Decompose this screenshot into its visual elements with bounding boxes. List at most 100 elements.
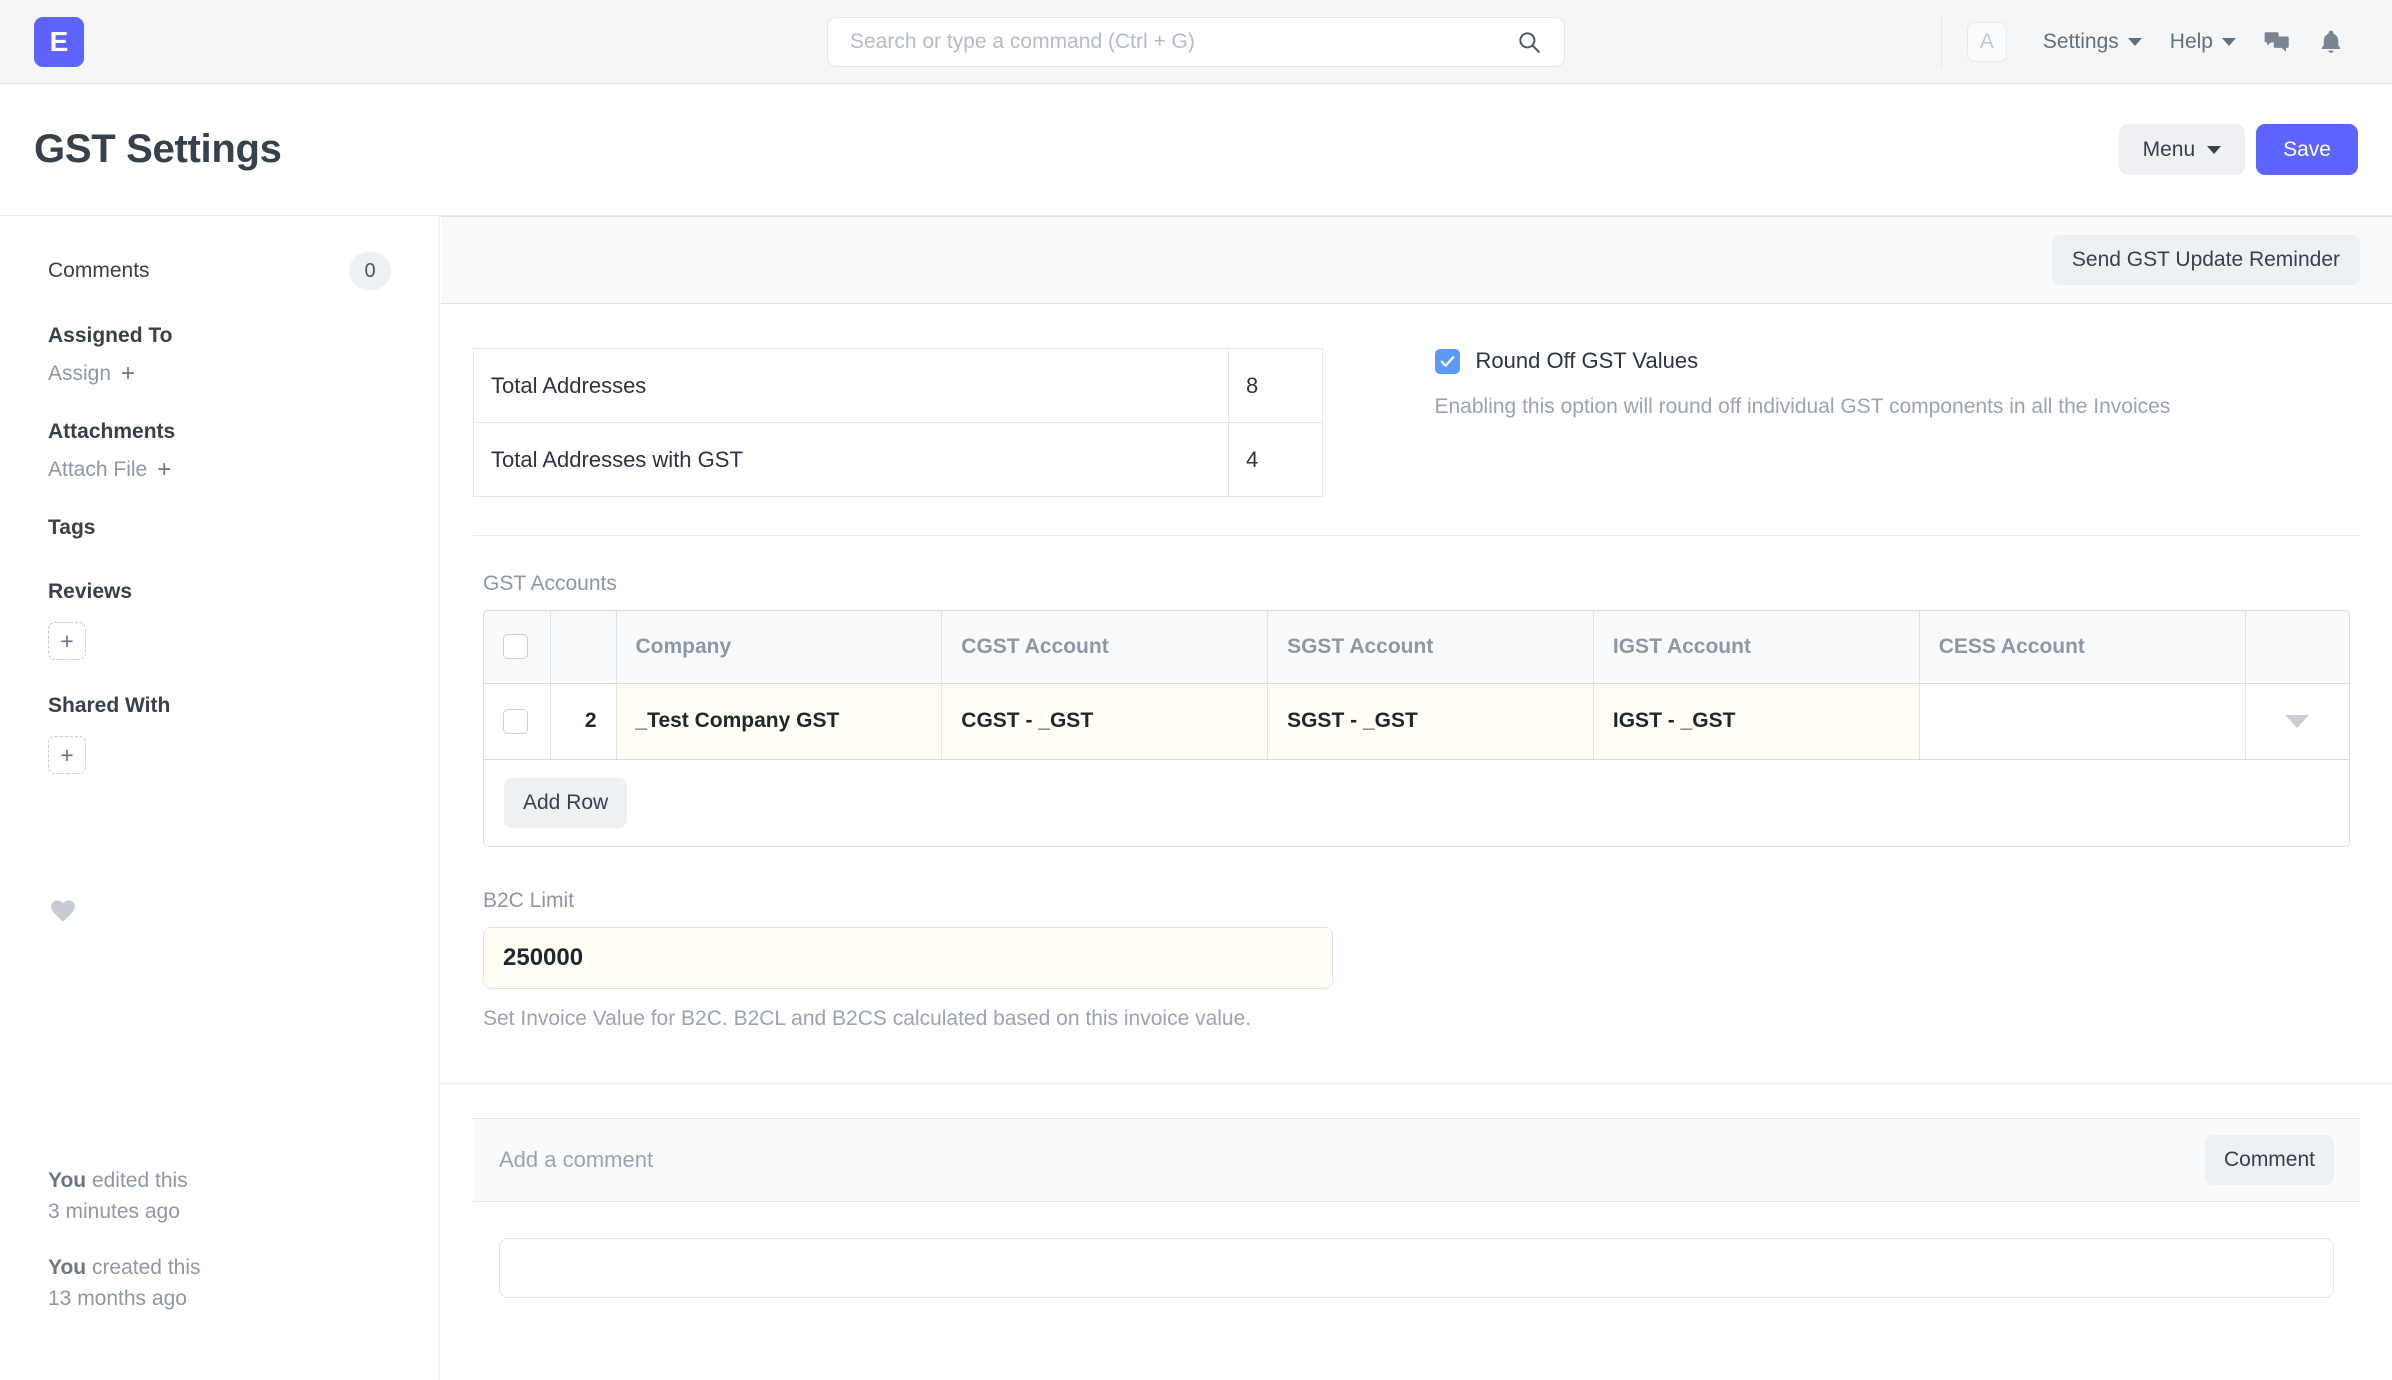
sidebar-assigned-to-title: Assigned To	[48, 324, 391, 348]
search-box[interactable]	[827, 17, 1565, 67]
stat-label: Total Addresses	[474, 349, 1229, 423]
address-stats-table: Total Addresses 8 Total Addresses with G…	[473, 348, 1323, 497]
plus-icon: +	[60, 628, 73, 655]
plus-icon: +	[60, 742, 73, 769]
activity-created: You created this 13 months ago	[48, 1253, 201, 1314]
row-checkbox[interactable]	[503, 709, 528, 734]
menu-button[interactable]: Menu	[2119, 124, 2246, 175]
sidebar-shared-with-title: Shared With	[48, 694, 391, 718]
nav-help[interactable]: Help	[2156, 22, 2250, 62]
select-all-header	[484, 611, 550, 683]
sidebar-reviews-title: Reviews	[48, 580, 391, 604]
sidebar-activity: You edited this 3 minutes ago You create…	[48, 1166, 201, 1314]
chat-bubbles-icon	[2262, 27, 2292, 57]
sidebar-comments[interactable]: Comments 0	[48, 252, 391, 290]
stat-value: 4	[1229, 423, 1323, 497]
row-expand-cell[interactable]	[2245, 683, 2349, 759]
navbar-divider	[1941, 16, 1942, 67]
comment-button[interactable]: Comment	[2205, 1135, 2334, 1185]
cell-cess-account[interactable]	[1919, 683, 2245, 759]
comment-area: Add a comment Comment	[441, 1084, 2392, 1298]
form-toolbar: Send GST Update Reminder	[441, 216, 2392, 304]
chevron-down-icon	[2222, 38, 2236, 46]
app-logo-letter: E	[50, 26, 69, 58]
send-gst-update-reminder-button[interactable]: Send GST Update Reminder	[2052, 235, 2360, 285]
activity-edited-actor: You	[48, 1169, 86, 1192]
round-off-gst-field[interactable]: Round Off GST Values	[1435, 348, 2361, 374]
save-button[interactable]: Save	[2256, 124, 2358, 175]
activity-created-time: 13 months ago	[48, 1287, 187, 1310]
summary-left-column: Total Addresses 8 Total Addresses with G…	[473, 348, 1417, 497]
body: Comments 0 Assigned To Assign + Attachme…	[0, 216, 2392, 1380]
add-row-button[interactable]: Add Row	[504, 778, 627, 828]
stat-label: Total Addresses with GST	[474, 423, 1229, 497]
bell-icon	[2317, 28, 2345, 56]
app-logo[interactable]: E	[34, 17, 84, 67]
summary-section: Total Addresses 8 Total Addresses with G…	[473, 304, 2360, 536]
sidebar: Comments 0 Assigned To Assign + Attachme…	[0, 216, 440, 1380]
b2c-limit-input[interactable]	[483, 927, 1333, 989]
activity-created-actor: You	[48, 1256, 86, 1279]
cell-cgst-account[interactable]: CGST - _GST	[942, 683, 1268, 759]
save-button-label: Save	[2283, 139, 2331, 160]
page-title: GST Settings	[34, 127, 282, 172]
notifications-button[interactable]	[2304, 15, 2358, 69]
page-header: GST Settings Menu Save	[0, 84, 2392, 216]
column-header-company[interactable]: Company	[616, 611, 942, 683]
chevron-down-icon	[2285, 715, 2309, 728]
column-header-igst[interactable]: IGST Account	[1593, 611, 1919, 683]
b2c-limit-field: B2C Limit Set Invoice Value for B2C. B2C…	[483, 889, 2350, 1036]
gst-accounts-section: GST Accounts Company CGST Account SGST A…	[441, 536, 2392, 1084]
comment-placeholder: Add a comment	[499, 1147, 653, 1173]
check-icon	[1439, 353, 1456, 370]
add-share-button[interactable]: +	[48, 736, 86, 774]
comment-bar[interactable]: Add a comment Comment	[473, 1118, 2360, 1202]
main-content: Send GST Update Reminder Total Addresses…	[440, 216, 2392, 1380]
chat-bubbles-button[interactable]	[2250, 15, 2304, 69]
column-header-cgst[interactable]: CGST Account	[942, 611, 1268, 683]
activity-edited-time: 3 minutes ago	[48, 1200, 180, 1223]
search-icon	[1516, 29, 1542, 55]
heart-icon[interactable]	[48, 896, 78, 926]
sidebar-attachments-title: Attachments	[48, 420, 391, 444]
add-review-button[interactable]: +	[48, 622, 86, 660]
attach-file-label: Attach File	[48, 458, 147, 482]
row-actions-header	[2245, 611, 2349, 683]
cell-company[interactable]: _Test Company GST	[616, 683, 942, 759]
plus-icon: +	[157, 458, 171, 482]
attach-file-button[interactable]: Attach File +	[48, 458, 171, 482]
plus-icon: +	[121, 362, 135, 386]
b2c-limit-description: Set Invoice Value for B2C. B2CL and B2CS…	[483, 1003, 1333, 1036]
select-all-checkbox[interactable]	[503, 634, 528, 659]
nav-settings-label: Settings	[2043, 30, 2119, 54]
chevron-down-icon	[2128, 38, 2142, 46]
search-input[interactable]	[850, 30, 1516, 54]
comment-editor[interactable]	[499, 1238, 2334, 1298]
row-select-cell	[484, 683, 550, 759]
round-off-gst-label: Round Off GST Values	[1476, 348, 1699, 374]
b2c-limit-label: B2C Limit	[483, 889, 2350, 913]
assign-label: Assign	[48, 362, 111, 386]
activity-created-action: created this	[86, 1256, 200, 1279]
gst-accounts-table: Company CGST Account SGST Account IGST A…	[484, 611, 2349, 760]
page-header-actions: Menu Save	[2119, 124, 2358, 175]
grid-footer: Add Row	[484, 760, 2349, 846]
table-row[interactable]: 2 _Test Company GST CGST - _GST SGST - _…	[484, 683, 2349, 759]
cell-igst-account[interactable]: IGST - _GST	[1593, 683, 1919, 759]
assign-button[interactable]: Assign +	[48, 362, 135, 386]
activity-edited-action: edited this	[86, 1169, 188, 1192]
avatar[interactable]: A	[1967, 22, 2007, 62]
round-off-gst-description: Enabling this option will round off indi…	[1435, 391, 2275, 424]
gst-accounts-label: GST Accounts	[483, 572, 2350, 596]
nav-settings[interactable]: Settings	[2029, 22, 2156, 62]
round-off-gst-checkbox[interactable]	[1435, 349, 1460, 374]
column-header-sgst[interactable]: SGST Account	[1268, 611, 1594, 683]
stat-value: 8	[1229, 349, 1323, 423]
cell-sgst-account[interactable]: SGST - _GST	[1268, 683, 1594, 759]
index-header	[550, 611, 616, 683]
table-row: Total Addresses 8	[474, 349, 1323, 423]
menu-button-label: Menu	[2143, 139, 2196, 160]
navbar-right: A Settings Help	[1941, 0, 2358, 83]
avatar-letter: A	[1980, 30, 1994, 54]
column-header-cess[interactable]: CESS Account	[1919, 611, 2245, 683]
